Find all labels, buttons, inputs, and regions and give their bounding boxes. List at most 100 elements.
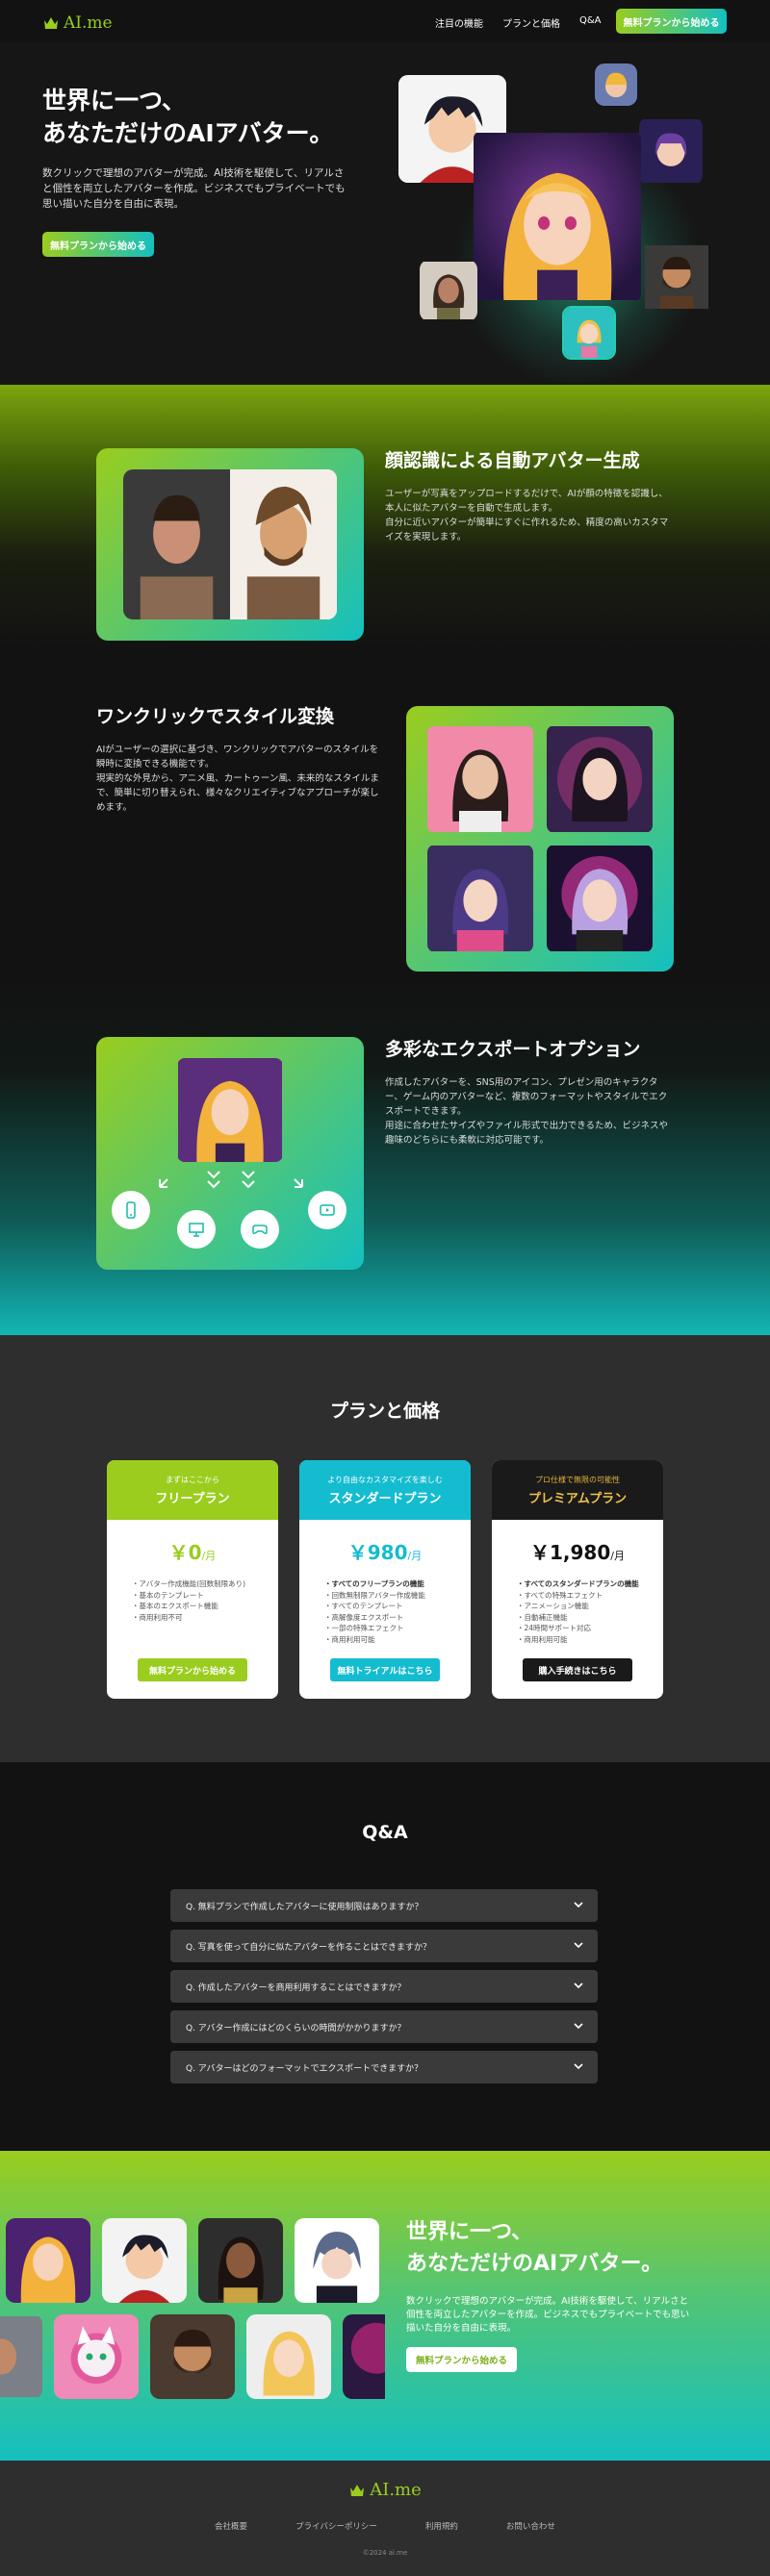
bottom-cta-title: 世界に一つ、 あなただけのAIアバター。 xyxy=(406,2216,662,2280)
bottom-cta-title-line2: あなただけのAIアバター。 xyxy=(406,2252,663,2276)
features-section: 顔認識による自動アバター生成 ユーザーが写真をアップロードするだけで、AIが顔の… xyxy=(0,385,770,1335)
plan-feature: すべてのスタンダードプランの機能 xyxy=(517,1578,663,1590)
hero-title-line2: あなただけのAIアバター。 xyxy=(42,119,334,147)
gallery-avatar-image xyxy=(54,2314,139,2399)
plan-feature: 24時間サポート対応 xyxy=(517,1623,663,1634)
chevron-down-icon xyxy=(574,2063,583,2070)
qa-section: Q&A Q. 無料プランで作成したアバターに使用制限はありますか？ Q. 写真を… xyxy=(0,1762,770,2151)
plan-standard-name: スタンダードプラン xyxy=(328,1491,442,1506)
plan-free-price: ￥0/月 xyxy=(107,1537,278,1565)
footer-logo-text: AI.me xyxy=(370,2480,422,2500)
gallery-avatar-image xyxy=(0,2314,42,2399)
footer-link-privacy[interactable]: プライバシーポリシー xyxy=(295,2520,377,2532)
footer-copyright: ©2024 ai.me xyxy=(362,2549,408,2557)
feature-face-recognition-card xyxy=(96,448,364,641)
plan-free-features: アバター作成機能(回数制限あり) 基本のテンプレート 基本のエクスポート機能 商… xyxy=(132,1578,278,1623)
gallery-avatar-image xyxy=(6,2218,90,2303)
real-photo-image xyxy=(123,469,230,619)
export-phone-icon xyxy=(112,1191,150,1229)
plan-feature: 商用利用可能 xyxy=(517,1634,663,1646)
nav-link-pricing[interactable]: プランと価格 xyxy=(502,15,560,30)
plan-feature: 基本のエクスポート機能 xyxy=(132,1601,278,1612)
crown-icon xyxy=(350,2484,365,2496)
plan-feature: 商用利用不可 xyxy=(132,1612,278,1624)
gallery-avatar-image xyxy=(246,2314,331,2399)
hero-title: 世界に一つ、 あなただけのAIアバター。 xyxy=(42,85,333,150)
plan-feature: すべての特殊エフェクト xyxy=(517,1590,663,1602)
style-anime-image xyxy=(547,725,653,833)
plan-feature: 回数無制限アバター作成機能 xyxy=(324,1590,471,1602)
footer-links: 会社概要 プライバシーポリシー 利用規約 お問い合わせ xyxy=(0,2520,770,2532)
qa-question: Q. アバター作成にはどのくらいの時間がかかりますか？ xyxy=(186,2023,406,2033)
chevron-down-icon xyxy=(574,1942,583,1949)
nav-links: 注目の機能 プランと価格 Q&A xyxy=(435,15,602,30)
nav-link-qa[interactable]: Q&A xyxy=(579,15,602,30)
qa-item[interactable]: Q. 写真を使って自分に似たアバターを作ることはできますか？ xyxy=(170,1930,598,1962)
plan-premium-button[interactable]: 購入手続きはこちら xyxy=(523,1658,632,1681)
plan-standard-price: ￥980/月 xyxy=(299,1537,471,1565)
nav-link-features[interactable]: 注目の機能 xyxy=(435,15,483,30)
top-nav: AI.me 注目の機能 プランと価格 Q&A 無料プランから始める xyxy=(0,0,770,42)
plan-standard-price-value: ￥980 xyxy=(347,1541,408,1564)
plan-free-sub: まずはここから xyxy=(166,1475,219,1484)
footer-link-company[interactable]: 会社概要 xyxy=(215,2520,247,2532)
style-futuristic-image xyxy=(547,845,653,952)
footer-logo[interactable]: AI.me xyxy=(0,2480,770,2500)
logo-text: AI.me xyxy=(64,13,113,33)
plan-free-header: まずはここから フリープラン xyxy=(107,1460,278,1520)
plan-premium-name: プレミアムプラン xyxy=(527,1491,628,1506)
qa-title: Q&A xyxy=(362,1822,408,1843)
bottom-cta-button[interactable]: 無料プランから始める xyxy=(406,2347,517,2372)
footer-link-contact[interactable]: お問い合わせ xyxy=(506,2520,555,2532)
plan-free-price-value: ￥0 xyxy=(168,1541,202,1564)
plan-feature: 一部の特殊エフェクト xyxy=(324,1623,471,1634)
plan-standard-price-unit: /月 xyxy=(407,1550,423,1562)
chevron-down-icon xyxy=(574,1902,583,1908)
gallery-avatar-image xyxy=(343,2314,385,2399)
qa-question: Q. 写真を使って自分に似たアバターを作ることはできますか？ xyxy=(186,1942,431,1953)
gallery-avatar-image xyxy=(295,2218,379,2303)
face-comparison-image xyxy=(123,469,337,619)
avatar-small-girl-image xyxy=(562,306,616,360)
plan-free-card: まずはここから フリープラン ￥0/月 アバター作成機能(回数制限あり) 基本の… xyxy=(107,1460,278,1699)
footer-link-terms[interactable]: 利用規約 xyxy=(425,2520,458,2532)
qa-item[interactable]: Q. アバターはどのフォーマットでエクスポートできますか？ xyxy=(170,2051,598,2084)
style-cartoon-image xyxy=(427,845,533,952)
plan-premium-price: ￥1,980/月 xyxy=(492,1537,663,1565)
qa-item[interactable]: Q. アバター作成にはどのくらいの時間がかかりますか？ xyxy=(170,2010,598,2043)
plan-standard-header: より自由なカスタマイズを楽しむ スタンダードプラン xyxy=(299,1460,471,1520)
feature-2-title: ワンクリックでスタイル変換 xyxy=(96,706,335,727)
gallery-avatar-image xyxy=(198,2218,283,2303)
plan-feature: アバター作成機能(回数制限あり) xyxy=(132,1578,278,1590)
plan-standard-card: より自由なカスタマイズを楽しむ スタンダードプラン ￥980/月 すべてのフリー… xyxy=(299,1460,471,1699)
bottom-cta-section: 世界に一つ、 あなただけのAIアバター。 数クリックで理想のアバターが完成。AI… xyxy=(0,2151,770,2461)
feature-1-text: ユーザーが写真をアップロードするだけで、AIが顔の特徴を認識し、本人に似たアバタ… xyxy=(385,489,669,543)
bottom-cta-title-line1: 世界に一つ、 xyxy=(406,2220,533,2244)
nav-cta-button[interactable]: 無料プランから始める xyxy=(616,9,727,34)
crown-icon xyxy=(44,17,58,29)
plan-standard-button[interactable]: 無料トライアルはこちら xyxy=(330,1658,440,1681)
footer: AI.me 会社概要 プライバシーポリシー 利用規約 お問い合わせ ©2024 … xyxy=(0,2461,770,2576)
avatar-result-image xyxy=(230,469,337,619)
hero-section: 世界に一つ、 あなただけのAIアバター。 数クリックで理想のアバターが完成。AI… xyxy=(0,42,770,389)
qa-item[interactable]: Q. 作成したアバターを商用利用することはできますか？ xyxy=(170,1970,598,2003)
feature-2-text: AIがユーザーの選択に基づき、ワンクリックでアバターのスタイルを瞬時に変換できる… xyxy=(96,745,379,813)
plan-free-button[interactable]: 無料プランから始める xyxy=(138,1658,247,1681)
plan-premium-sub: プロ仕様で無限の可能性 xyxy=(535,1475,620,1484)
gallery-avatar-image xyxy=(102,2218,187,2303)
qa-question: Q. 作成したアバターを商用利用することはできますか？ xyxy=(186,1983,406,1993)
hero-cta-button[interactable]: 無料プランから始める xyxy=(42,232,154,257)
avatar-anime-girl-image xyxy=(639,117,703,185)
qa-question: Q. アバターはどのフォーマットでエクスポートできますか？ xyxy=(186,2063,424,2074)
plan-premium-price-unit: /月 xyxy=(610,1550,625,1562)
feature-1-title: 顔認識による自動アバター生成 xyxy=(385,450,640,471)
plan-feature: 基本のテンプレート xyxy=(132,1590,278,1602)
style-realistic-image xyxy=(427,725,533,833)
hero-title-line1: 世界に一つ、 xyxy=(42,87,187,114)
export-video-icon xyxy=(308,1191,346,1229)
logo[interactable]: AI.me xyxy=(42,13,113,33)
plan-feature: アニメーション機能 xyxy=(517,1601,663,1612)
plan-premium-card: プロ仕様で無限の可能性 プレミアムプラン ￥1,980/月 すべてのスタンダード… xyxy=(492,1460,663,1699)
plan-free-name: フリープラン xyxy=(155,1491,230,1506)
qa-item[interactable]: Q. 無料プランで作成したアバターに使用制限はありますか？ xyxy=(170,1889,598,1922)
